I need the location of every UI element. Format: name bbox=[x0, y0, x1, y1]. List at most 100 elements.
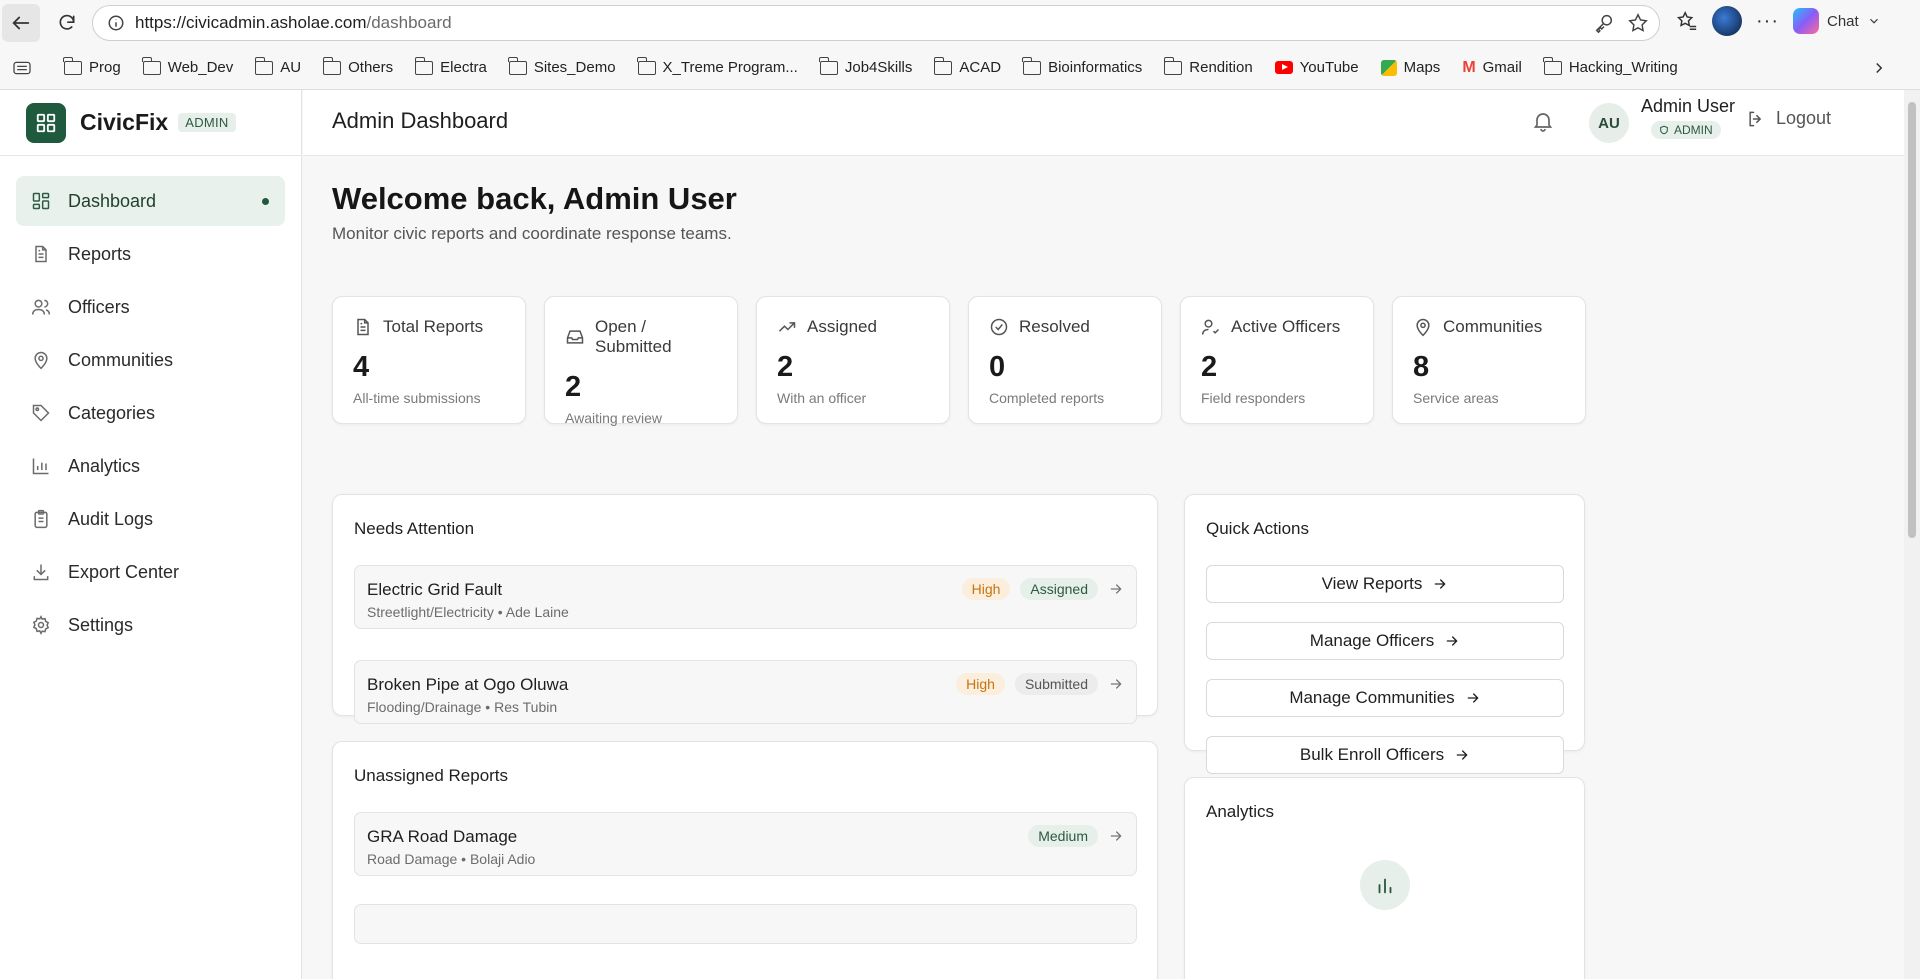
stat-label: Total Reports bbox=[383, 317, 484, 336]
bulk-enroll-officers-button[interactable]: Bulk Enroll Officers bbox=[1206, 736, 1564, 774]
arrow-right-icon[interactable] bbox=[1108, 581, 1124, 597]
bookmark-youtube[interactable]: YouTube bbox=[1274, 59, 1359, 76]
bar-chart-icon bbox=[30, 455, 52, 477]
logout-icon bbox=[1749, 111, 1762, 126]
stat-label: Active Officers bbox=[1231, 317, 1341, 336]
panel-title: Unassigned Reports bbox=[354, 766, 509, 785]
bookmark-others[interactable]: Others bbox=[322, 56, 394, 76]
bookmarks-bar: Prog Web_Dev AU Others Electra Sites_Demo X_Tr… bbox=[0, 46, 1920, 90]
needs-attention-panel: Needs Attention Electric Grid Fault Stree… bbox=[332, 494, 1158, 724]
user-name: Admin User bbox=[1641, 96, 1736, 116]
star-icon[interactable] bbox=[1627, 12, 1649, 34]
favorites-icon[interactable] bbox=[1676, 10, 1698, 32]
sidebar-item-audit-logs[interactable]: Audit Logs bbox=[16, 494, 285, 544]
sidebar-item-officers[interactable]: Officers bbox=[16, 282, 285, 332]
notification-bell-icon[interactable] bbox=[1531, 109, 1555, 138]
bookmark-prog[interactable]: Prog bbox=[63, 56, 121, 76]
bookmark-label: AU bbox=[280, 59, 302, 76]
bookmark-label: Bioinformatics bbox=[1048, 59, 1143, 76]
address-bar[interactable]: https://civicadmin.asholae.com/dashboard bbox=[92, 5, 1660, 41]
sidebar-item-analytics[interactable]: Analytics bbox=[16, 441, 285, 491]
tag-icon bbox=[30, 402, 52, 424]
sidebar: CivicFix ADMIN Dashboard Reports Officers C… bbox=[0, 90, 302, 979]
folder-icon bbox=[636, 56, 656, 75]
clipboard-icon bbox=[30, 508, 52, 530]
stat-label: Assigned bbox=[807, 317, 877, 336]
sidebar-item-label: Communities bbox=[68, 349, 174, 370]
bookmark-web-dev[interactable]: Web_Dev bbox=[142, 56, 233, 76]
map-pin-icon bbox=[1413, 317, 1433, 337]
brand-name: CivicFix bbox=[80, 109, 169, 135]
report-item[interactable]: GRA Road Damage Road Damage • Bolaji Adio… bbox=[354, 812, 1137, 876]
folder-icon bbox=[322, 56, 342, 75]
priority-badge: Medium bbox=[1028, 825, 1098, 847]
bookmark-au[interactable]: AU bbox=[254, 56, 302, 76]
bar-chart-icon bbox=[1360, 860, 1410, 910]
profile-avatar[interactable] bbox=[1712, 6, 1742, 36]
sidebar-item-label: Categories bbox=[68, 402, 156, 423]
sidebar-item-communities[interactable]: Communities bbox=[16, 335, 285, 385]
view-reports-button[interactable]: View Reports bbox=[1206, 565, 1564, 603]
sidebar-item-categories[interactable]: Categories bbox=[16, 388, 285, 438]
priority-badge: High bbox=[956, 673, 1005, 695]
chat-button[interactable]: Chat bbox=[1792, 8, 1881, 34]
avatar[interactable]: AU bbox=[1589, 103, 1629, 143]
folder-icon bbox=[1543, 56, 1562, 75]
bookmark-label: ACAD bbox=[959, 59, 1002, 76]
page-title: Admin Dashboard bbox=[332, 108, 509, 133]
stat-card-active-officers: Active Officers 2 Field responders bbox=[1180, 296, 1374, 424]
analytics-panel: Analytics bbox=[1184, 777, 1585, 979]
folder-icon bbox=[819, 56, 838, 75]
arrow-right-icon bbox=[1444, 633, 1460, 649]
welcome-subtitle: Monitor civic reports and coordinate res… bbox=[332, 224, 732, 243]
more-menu-icon[interactable]: ··· bbox=[1756, 10, 1779, 33]
folder-icon bbox=[254, 56, 274, 75]
bookmark-bioinformatics[interactable]: Bioinformatics bbox=[1022, 56, 1143, 76]
bookmark-job4skills[interactable]: Job4Skills bbox=[819, 56, 913, 76]
bookmark-hacking-writing[interactable]: Hacking_Writing bbox=[1543, 56, 1678, 76]
report-title: Electric Grid Fault bbox=[367, 580, 503, 599]
manage-officers-button[interactable]: Manage Officers bbox=[1206, 622, 1564, 660]
sidebar-item-dashboard[interactable]: Dashboard bbox=[16, 176, 285, 226]
sidebar-item-export-center[interactable]: Export Center bbox=[16, 547, 285, 597]
trending-up-icon bbox=[777, 317, 797, 337]
bookmark-acad[interactable]: ACAD bbox=[933, 56, 1002, 76]
brand: CivicFix ADMIN bbox=[0, 90, 301, 156]
bookmark-maps[interactable]: Maps bbox=[1380, 59, 1440, 76]
arrow-right-icon[interactable] bbox=[1108, 828, 1124, 844]
logout-button[interactable]: Logout bbox=[1746, 108, 1831, 129]
key-icon[interactable] bbox=[1593, 12, 1615, 34]
bookmark-sites-demo[interactable]: Sites_Demo bbox=[508, 56, 616, 76]
stat-value: 4 bbox=[353, 351, 370, 383]
reload-button[interactable] bbox=[48, 4, 86, 42]
sidebar-item-reports[interactable]: Reports bbox=[16, 229, 285, 279]
bookmark-label: Job4Skills bbox=[844, 59, 913, 76]
report-item[interactable]: Broken Pipe at Ogo Oluwa Flooding/Drainag… bbox=[354, 660, 1137, 724]
bookmark-rendition[interactable]: Rendition bbox=[1163, 56, 1253, 76]
stat-value: 8 bbox=[1413, 351, 1430, 383]
arrow-right-icon bbox=[1454, 747, 1470, 763]
panel-title: Needs Attention bbox=[354, 519, 475, 538]
page-scrollbar[interactable] bbox=[1904, 90, 1920, 979]
tab-actions-icon[interactable] bbox=[0, 60, 44, 76]
chevron-right-icon[interactable] bbox=[1870, 59, 1888, 77]
url-path: /dashboard bbox=[366, 13, 452, 32]
bookmark-gmail[interactable]: M Gmail bbox=[1462, 59, 1522, 77]
bookmark-label: Others bbox=[348, 59, 394, 76]
bookmark-electra[interactable]: Electra bbox=[414, 56, 487, 76]
reload-icon bbox=[59, 14, 75, 30]
map-pin-icon bbox=[30, 349, 52, 371]
sidebar-item-settings[interactable]: Settings bbox=[16, 600, 285, 650]
manage-communities-button[interactable]: Manage Communities bbox=[1206, 679, 1564, 717]
stat-card-total-reports: Total Reports 4 All-time submissions bbox=[332, 296, 526, 424]
stat-caption: Awaiting review bbox=[565, 410, 663, 426]
bookmark-label: Prog bbox=[89, 59, 121, 76]
brand-badge: ADMIN bbox=[178, 113, 236, 132]
arrow-right-icon[interactable] bbox=[1108, 676, 1124, 692]
list-item[interactable] bbox=[354, 904, 1137, 944]
status-badge: Submitted bbox=[1014, 673, 1098, 695]
bookmark-x-treme-program[interactable]: X_Treme Program... bbox=[636, 56, 798, 76]
report-item[interactable]: Electric Grid Fault Streetlight/Electrici… bbox=[354, 565, 1137, 629]
scroll-thumb[interactable] bbox=[1908, 102, 1916, 538]
back-button[interactable] bbox=[2, 4, 40, 42]
